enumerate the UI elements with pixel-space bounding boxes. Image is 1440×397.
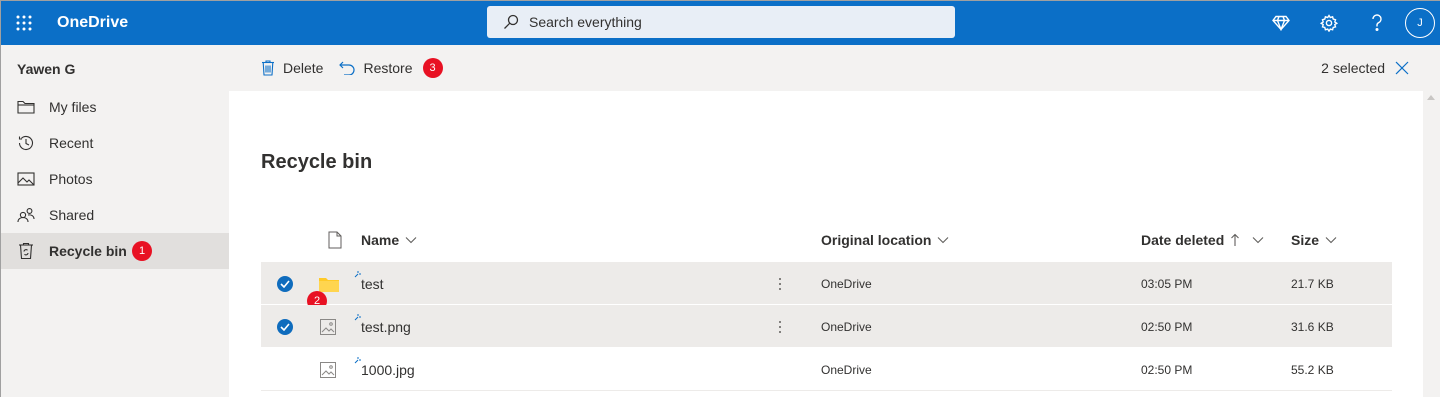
original-location: OneDrive: [821, 319, 872, 334]
restore-label: Restore: [363, 60, 413, 76]
file-type-header[interactable]: [322, 231, 342, 249]
sidebar-item-label: My files: [49, 99, 97, 115]
gear-icon: [1320, 14, 1338, 32]
recycle-bin-icon: [17, 242, 35, 260]
search-icon: [504, 14, 519, 29]
left-nav: Yawen G My files Recent Photos Shared Re…: [1, 45, 229, 397]
more-actions-button[interactable]: [778, 305, 782, 348]
search-placeholder: Search everything: [529, 14, 642, 30]
image-file-icon: [320, 348, 336, 391]
sidebar-item-label: Recent: [49, 135, 94, 151]
help-button[interactable]: [1353, 1, 1401, 45]
file-name[interactable]: test.png: [361, 305, 411, 348]
size-column-header[interactable]: Size: [1291, 232, 1337, 248]
name-column-header[interactable]: Name: [361, 232, 417, 248]
column-label: Name: [361, 232, 400, 248]
file-list: Name Original location Date deleted Size: [261, 218, 1392, 391]
list-header: Name Original location Date deleted Size: [261, 218, 1392, 262]
avatar[interactable]: J: [1405, 8, 1435, 38]
sidebar-item-label: Recycle bin: [49, 243, 127, 259]
main-content: Recycle bin Name Original location Date …: [229, 91, 1423, 397]
app-name[interactable]: OneDrive: [57, 14, 128, 32]
selected-count: 2 selected: [1321, 60, 1385, 76]
sidebar-item-photos[interactable]: Photos: [1, 161, 229, 197]
more-vertical-icon: [779, 320, 781, 333]
photo-icon: [17, 170, 35, 188]
help-icon: [1372, 14, 1382, 31]
chevron-down-icon: [405, 237, 417, 244]
date-deleted: 02:50 PM: [1141, 319, 1193, 334]
scroll-up-icon[interactable]: [1427, 95, 1435, 100]
delete-label: Delete: [283, 60, 324, 76]
page-title: Recycle bin: [261, 151, 373, 173]
sidebar-item-my-files[interactable]: My files: [1, 89, 229, 125]
waffle-icon: [16, 15, 32, 31]
column-label: Size: [1291, 232, 1320, 248]
date-column-header[interactable]: Date deleted: [1141, 232, 1264, 248]
sidebar-item-recent[interactable]: Recent: [1, 125, 229, 161]
history-icon: [17, 134, 35, 152]
delete-button[interactable]: Delete: [261, 45, 323, 91]
file-size: 31.6 KB: [1291, 319, 1334, 334]
table-row[interactable]: 1000.jpg OneDrive 02:50 PM 55.2 KB: [261, 348, 1392, 391]
date-deleted: 02:50 PM: [1141, 362, 1193, 377]
date-deleted: 03:05 PM: [1141, 276, 1193, 291]
restore-button[interactable]: Restore 3: [339, 45, 443, 91]
settings-button[interactable]: [1305, 1, 1353, 45]
arrow-up-icon: [1231, 233, 1240, 246]
checkmark-icon: [277, 275, 293, 292]
more-vertical-icon: [779, 277, 781, 290]
checkmark-icon: [277, 318, 293, 335]
diamond-icon: [1272, 15, 1290, 31]
table-row[interactable]: test 2 OneDrive 03:05 PM 21.7 KB: [261, 262, 1392, 311]
more-actions-button[interactable]: [778, 262, 782, 305]
folder-icon: [17, 98, 35, 116]
file-name[interactable]: test: [361, 262, 384, 305]
trash-icon: [262, 60, 274, 76]
image-file-icon: [320, 305, 336, 348]
row-checkbox[interactable]: [277, 305, 293, 348]
original-location: OneDrive: [821, 276, 872, 291]
step-badge: 3: [422, 58, 443, 78]
file-size: 55.2 KB: [1291, 362, 1334, 377]
row-checkbox[interactable]: [277, 262, 293, 305]
column-label: Original location: [821, 232, 932, 248]
chevron-down-icon: [938, 237, 949, 244]
sidebar-item-label: Photos: [49, 171, 93, 187]
sidebar-item-label: Shared: [49, 207, 95, 223]
sidebar-item-shared[interactable]: Shared: [1, 197, 229, 233]
suite-header: OneDrive Search everything J: [1, 1, 1440, 45]
search-box[interactable]: Search everything: [487, 6, 955, 38]
step-badge: 1: [132, 241, 152, 261]
command-bar: Delete Restore 3 2 selected: [229, 45, 1440, 91]
people-icon: [17, 206, 35, 224]
premium-button[interactable]: [1257, 1, 1305, 45]
original-location: OneDrive: [821, 362, 872, 377]
column-label: Date deleted: [1141, 232, 1225, 248]
user-name: Yawen G: [17, 61, 76, 77]
undo-icon: [339, 61, 355, 75]
close-icon[interactable]: [1395, 61, 1409, 75]
selection-status: 2 selected: [1321, 45, 1409, 91]
vertical-scrollbar[interactable]: [1423, 91, 1440, 397]
file-size: 21.7 KB: [1291, 276, 1334, 291]
file-name[interactable]: 1000.jpg: [361, 348, 415, 391]
document-icon: [328, 231, 342, 249]
chevron-down-icon: [1325, 237, 1337, 244]
app-launcher-button[interactable]: [1, 1, 47, 45]
location-column-header[interactable]: Original location: [821, 232, 949, 248]
chevron-down-icon: [1252, 237, 1264, 244]
sidebar-item-recycle-bin[interactable]: Recycle bin 1: [1, 233, 229, 269]
table-row[interactable]: test.png OneDrive 02:50 PM 31.6 KB: [261, 305, 1392, 348]
